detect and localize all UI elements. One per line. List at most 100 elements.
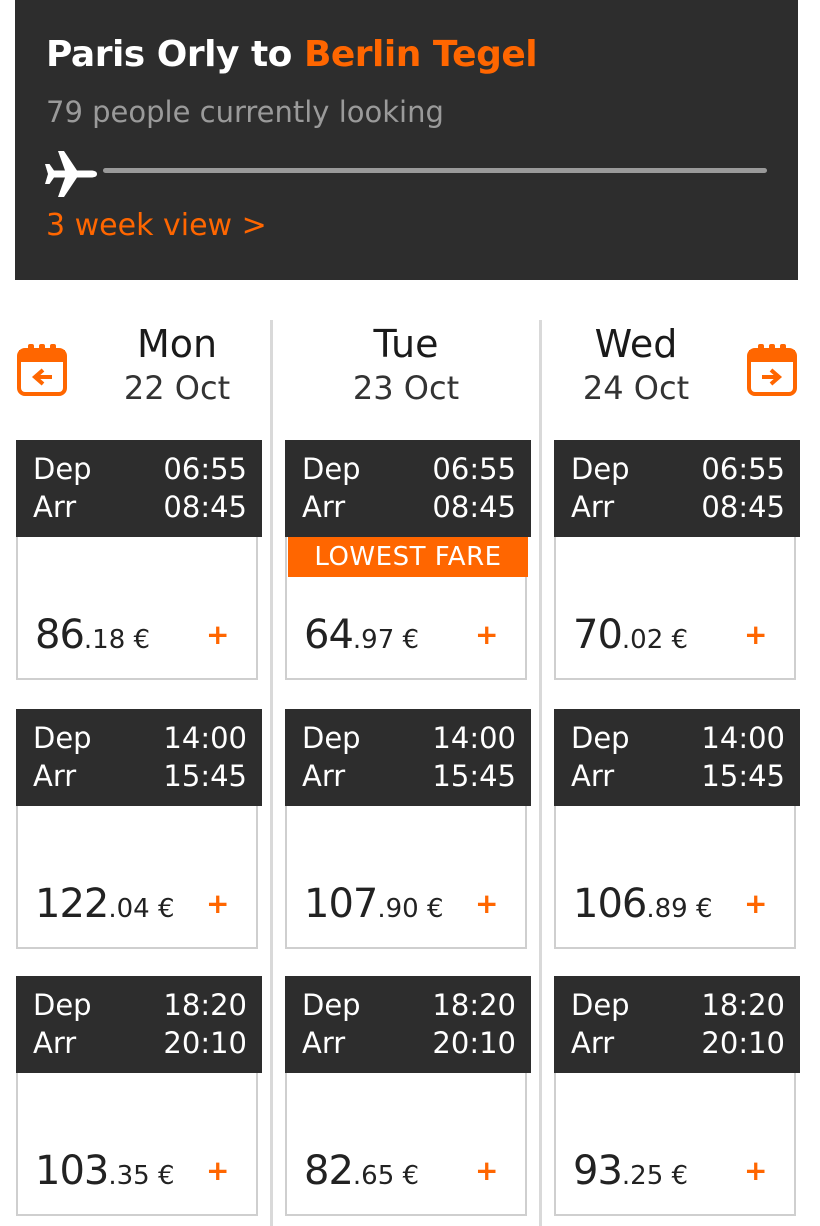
price-currency: €	[149, 894, 175, 924]
dep-time: 06:55	[701, 452, 785, 486]
fare-price: 86.18 €	[35, 612, 150, 658]
add-icon[interactable]: +	[475, 1154, 498, 1187]
arr-label: Arr	[302, 490, 346, 524]
price-integer: 122	[35, 881, 109, 927]
flight-card[interactable]: Dep 06:55 Arr 08:45 LOWEST FARE 64.97 € …	[285, 440, 531, 680]
price-decimal: .04	[108, 894, 150, 924]
fare-price: 122.04 €	[35, 881, 175, 927]
dep-time: 18:20	[701, 988, 785, 1022]
price-integer: 103	[35, 1148, 109, 1194]
arr-label: Arr	[571, 1026, 615, 1060]
dep-label: Dep	[33, 988, 92, 1022]
price-decimal: .97	[352, 625, 395, 655]
arr-time: 08:45	[701, 490, 785, 524]
flight-times: Dep 14:00 Arr 15:45	[285, 709, 531, 806]
price-decimal: .25	[621, 1161, 664, 1191]
flight-times: Dep 14:00 Arr 15:45	[16, 709, 262, 806]
add-icon[interactable]: +	[475, 618, 498, 651]
arr-time: 15:45	[701, 759, 785, 793]
dep-label: Dep	[33, 721, 92, 755]
arr-time: 20:10	[163, 1026, 247, 1060]
flight-times: Dep 06:55 Arr 08:45	[554, 440, 800, 537]
dep-label: Dep	[302, 988, 361, 1022]
column-divider	[539, 320, 542, 1226]
lowest-fare-badge: LOWEST FARE	[288, 537, 528, 577]
flight-card[interactable]: Dep 14:00 Arr 15:45 122.04 € +	[16, 709, 262, 949]
dep-time: 14:00	[163, 721, 247, 755]
fare-price: 103.35 €	[35, 1148, 175, 1194]
flight-card[interactable]: Dep 18:20 Arr 20:10 103.35 € +	[16, 976, 262, 1216]
route-destination: Berlin Tegel	[303, 34, 538, 75]
day-date: 22 Oct	[123, 369, 231, 407]
add-icon[interactable]: +	[475, 887, 498, 920]
route-header: Paris Orly to Berlin Tegel 79 people cur…	[15, 0, 798, 280]
flight-card[interactable]: Dep 14:00 Arr 15:45 106.89 € +	[554, 709, 800, 949]
price-currency: €	[394, 1161, 420, 1191]
flight-times: Dep 14:00 Arr 15:45	[554, 709, 800, 806]
fare-price: 93.25 €	[573, 1148, 688, 1194]
day-name: Tue	[373, 322, 439, 366]
price-decimal: .90	[377, 894, 419, 924]
dep-label: Dep	[571, 452, 630, 486]
price-decimal: .89	[646, 894, 688, 924]
arr-time: 08:45	[163, 490, 247, 524]
add-icon[interactable]: +	[206, 1154, 229, 1187]
fare-price: 64.97 €	[304, 612, 419, 658]
price-integer: 64	[304, 612, 354, 658]
dep-time: 18:20	[432, 988, 516, 1022]
day-date: 24 Oct	[582, 369, 690, 407]
route-origin: Paris Orly to	[46, 34, 304, 75]
day-header-mon: Mon 22 Oct	[57, 322, 297, 410]
price-currency: €	[418, 894, 444, 924]
day-name: Wed	[594, 322, 678, 366]
dep-label: Dep	[33, 452, 92, 486]
dep-time: 14:00	[432, 721, 516, 755]
flight-card[interactable]: Dep 06:55 Arr 08:45 86.18 € +	[16, 440, 262, 680]
route-title: Paris Orly to Berlin Tegel	[46, 34, 538, 75]
price-currency: €	[663, 1161, 689, 1191]
progress-track	[103, 168, 767, 173]
add-icon[interactable]: +	[744, 618, 767, 651]
price-currency: €	[663, 625, 689, 655]
flight-card[interactable]: Dep 18:20 Arr 20:10 93.25 € +	[554, 976, 800, 1216]
flight-card[interactable]: Dep 06:55 Arr 08:45 70.02 € +	[554, 440, 800, 680]
arr-label: Arr	[33, 759, 77, 793]
add-icon[interactable]: +	[206, 887, 229, 920]
day-header-tue: Tue 23 Oct	[286, 322, 526, 410]
price-decimal: .02	[621, 625, 664, 655]
dep-label: Dep	[571, 988, 630, 1022]
price-decimal: .65	[352, 1161, 395, 1191]
fare-price: 106.89 €	[573, 881, 713, 927]
flight-times: Dep 18:20 Arr 20:10	[16, 976, 262, 1073]
arr-label: Arr	[33, 490, 77, 524]
arr-time: 15:45	[163, 759, 247, 793]
dep-time: 06:55	[432, 452, 516, 486]
price-integer: 93	[573, 1148, 623, 1194]
price-currency: €	[125, 625, 151, 655]
dep-time: 14:00	[701, 721, 785, 755]
arr-time: 15:45	[432, 759, 516, 793]
flight-times: Dep 18:20 Arr 20:10	[285, 976, 531, 1073]
flight-card[interactable]: Dep 14:00 Arr 15:45 107.90 € +	[285, 709, 531, 949]
dep-time: 18:20	[163, 988, 247, 1022]
price-integer: 70	[573, 612, 623, 658]
three-week-view-link[interactable]: 3 week view >	[46, 208, 267, 243]
flight-times: Dep 18:20 Arr 20:10	[554, 976, 800, 1073]
flight-card[interactable]: Dep 18:20 Arr 20:10 82.65 € +	[285, 976, 531, 1216]
add-icon[interactable]: +	[744, 1154, 767, 1187]
day-date: 23 Oct	[352, 369, 460, 407]
people-looking-text: 79 people currently looking	[46, 95, 444, 129]
add-icon[interactable]: +	[206, 618, 229, 651]
arr-time: 20:10	[432, 1026, 516, 1060]
price-integer: 82	[304, 1148, 354, 1194]
price-currency: €	[149, 1161, 175, 1191]
arr-label: Arr	[302, 759, 346, 793]
add-icon[interactable]: +	[744, 887, 767, 920]
plane-icon	[45, 151, 97, 197]
price-integer: 106	[573, 881, 647, 927]
price-integer: 86	[35, 612, 85, 658]
flight-times: Dep 06:55 Arr 08:45	[16, 440, 262, 537]
price-currency: €	[687, 894, 713, 924]
column-divider	[270, 320, 273, 1226]
day-header-wed: Wed 24 Oct	[516, 322, 756, 410]
